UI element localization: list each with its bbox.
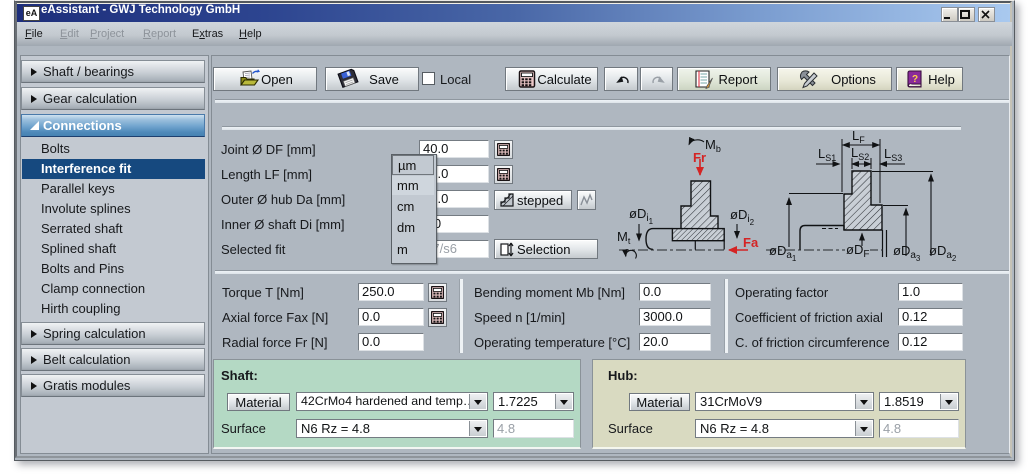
- svg-text:øDa3: øDa3: [893, 243, 921, 263]
- svg-text:Mb: Mb: [705, 137, 721, 154]
- svg-text:øDa1: øDa1: [769, 243, 797, 263]
- svg-text:LS3: LS3: [884, 146, 902, 163]
- svg-text:øDF: øDF: [846, 242, 869, 260]
- svg-text:LS2: LS2: [851, 145, 869, 162]
- svg-text:øDa2: øDa2: [929, 243, 957, 263]
- svg-text:LF: LF: [852, 128, 865, 145]
- svg-text:Mt: Mt: [617, 229, 631, 246]
- svg-text:øDi2: øDi2: [730, 207, 755, 227]
- svg-text:LS1: LS1: [818, 146, 836, 163]
- svg-text:øDi1: øDi1: [629, 206, 654, 226]
- svg-text:Fr: Fr: [693, 150, 706, 165]
- svg-text:?: ?: [912, 74, 918, 85]
- svg-text:Fa: Fa: [743, 235, 759, 250]
